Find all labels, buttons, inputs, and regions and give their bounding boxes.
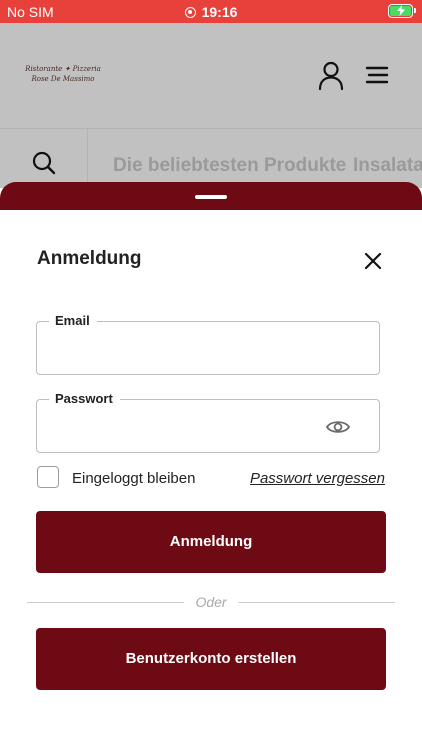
- create-account-button[interactable]: Benutzerkonto erstellen: [36, 628, 386, 690]
- email-label: Email: [49, 313, 97, 328]
- status-clock: 19:16: [0, 4, 422, 20]
- divider-line-right: [238, 602, 395, 603]
- hamburger-menu-icon[interactable]: [362, 62, 392, 88]
- login-title: Anmeldung: [37, 248, 142, 269]
- search-button[interactable]: [0, 129, 88, 189]
- forgot-password-link[interactable]: Passwort vergessen: [250, 470, 385, 487]
- clock-time: 19:16: [201, 4, 238, 20]
- status-bar: No SIM 19:16: [0, 0, 422, 23]
- password-input[interactable]: [51, 414, 311, 438]
- close-icon[interactable]: [360, 248, 386, 274]
- battery-charging-icon: [388, 4, 416, 18]
- user-icon[interactable]: [316, 60, 346, 92]
- login-sheet: Anmeldung Email Passwort Eingeloggt blei…: [0, 182, 422, 750]
- app-header: Ristorante ✦ Pizzeria Rose De Massimo: [0, 23, 422, 128]
- remember-me-label: Eingeloggt bleiben: [72, 470, 196, 487]
- sheet-drag-handle[interactable]: [195, 195, 227, 199]
- category-nav: Die beliebtesten Produkte Insalata: [0, 128, 422, 189]
- email-input[interactable]: [51, 336, 311, 360]
- remember-me-checkbox[interactable]: [37, 466, 59, 488]
- email-field: Email: [36, 313, 380, 375]
- category-tab-insalata[interactable]: Insalata: [353, 155, 422, 177]
- logo-line-2: Rose De Massimo: [31, 75, 95, 83]
- eye-icon[interactable]: [325, 414, 351, 440]
- location-icon: [184, 7, 196, 18]
- logo-line-1: Ristorante ✦ Pizzeria: [25, 65, 101, 73]
- category-tab-popular[interactable]: Die beliebtesten Produkte: [113, 155, 346, 177]
- restaurant-logo[interactable]: Ristorante ✦ Pizzeria Rose De Massimo: [24, 64, 102, 84]
- password-field: Passwort: [36, 391, 380, 453]
- login-button[interactable]: Anmeldung: [36, 511, 386, 573]
- search-icon: [32, 151, 56, 175]
- password-label: Passwort: [49, 391, 120, 406]
- divider-text: Oder: [195, 594, 227, 610]
